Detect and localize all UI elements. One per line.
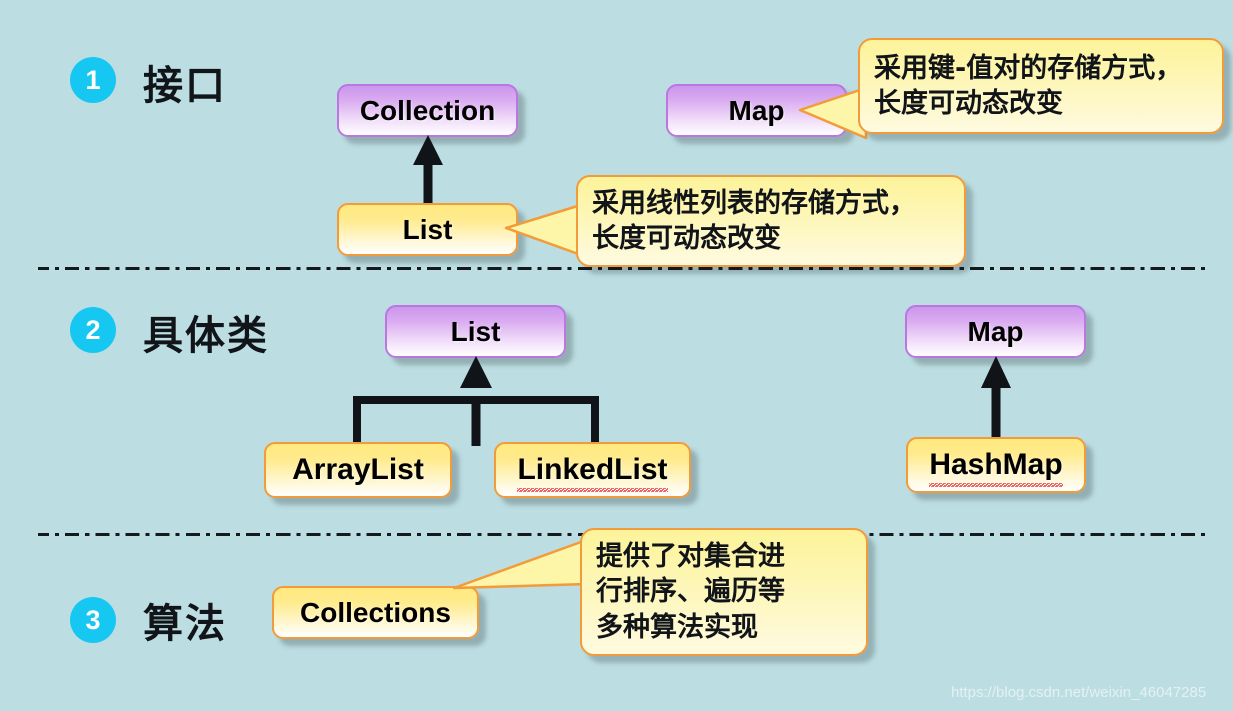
- section-label-1: 接口: [143, 63, 227, 109]
- callout-collections-note: 提供了对集合进 行排序、遍历等 多种算法实现: [580, 528, 868, 656]
- node-map-class-label: Map: [967, 315, 1024, 347]
- node-map-interface-label: Map: [728, 94, 785, 126]
- node-arraylist-label: ArrayList: [292, 453, 424, 486]
- spellcheck-underline-icon: [929, 483, 1063, 487]
- watermark: https://blog.csdn.net/weixin_46047285: [951, 684, 1207, 701]
- node-collections[interactable]: Collections: [272, 586, 479, 639]
- diagram-canvas: 1 接口 Collection List Map 采用键-值对的存储方式， 长度…: [0, 0, 1233, 711]
- node-list-class[interactable]: List: [385, 305, 566, 358]
- spellcheck-underline-icon: [517, 488, 668, 492]
- connector-list-children: [353, 356, 599, 446]
- callout-collections-line-2: 行排序、遍历等: [596, 576, 785, 608]
- node-collection[interactable]: Collection: [337, 84, 518, 137]
- node-hashmap-label: HashMap: [929, 448, 1063, 487]
- node-collection-label: Collection: [359, 94, 496, 126]
- section-label-3: 算法: [143, 601, 227, 647]
- section-label-2: 具体类: [143, 313, 269, 359]
- callout-list-line-2: 长度可动态改变: [592, 223, 781, 254]
- node-map-class[interactable]: Map: [905, 305, 1086, 358]
- node-list-class-label: List: [450, 315, 501, 347]
- section-badge-3: 3: [70, 597, 116, 643]
- section-badge-1: 1: [70, 57, 116, 103]
- callout-map-note: 采用键-值对的存储方式， 长度可动态改变: [858, 38, 1224, 134]
- node-linkedlist[interactable]: LinkedList: [494, 442, 691, 498]
- section-badge-2: 2: [70, 307, 116, 353]
- node-list-interface-label: List: [402, 213, 453, 245]
- callout-collections-line-1: 提供了对集合进: [596, 541, 785, 573]
- node-arraylist[interactable]: ArrayList: [264, 442, 452, 498]
- callout-map-line-1: 采用键-值对的存储方式，: [874, 52, 1183, 84]
- callout-list-line-1: 采用线性列表的存储方式，: [592, 187, 916, 219]
- connector-list-to-collection: [413, 135, 443, 211]
- node-hashmap[interactable]: HashMap: [906, 437, 1086, 493]
- callout-map-line-2: 长度可动态改变: [874, 88, 1063, 119]
- node-list-interface[interactable]: List: [337, 203, 518, 256]
- callout-collections-line-3: 多种算法实现: [596, 611, 758, 643]
- connector-hashmap-to-map: [981, 356, 1011, 444]
- node-linkedlist-label: LinkedList: [517, 453, 668, 492]
- section-divider-1: [38, 267, 1206, 270]
- node-collections-label: Collections: [300, 596, 451, 628]
- callout-list-note: 采用线性列表的存储方式， 长度可动态改变: [576, 175, 966, 267]
